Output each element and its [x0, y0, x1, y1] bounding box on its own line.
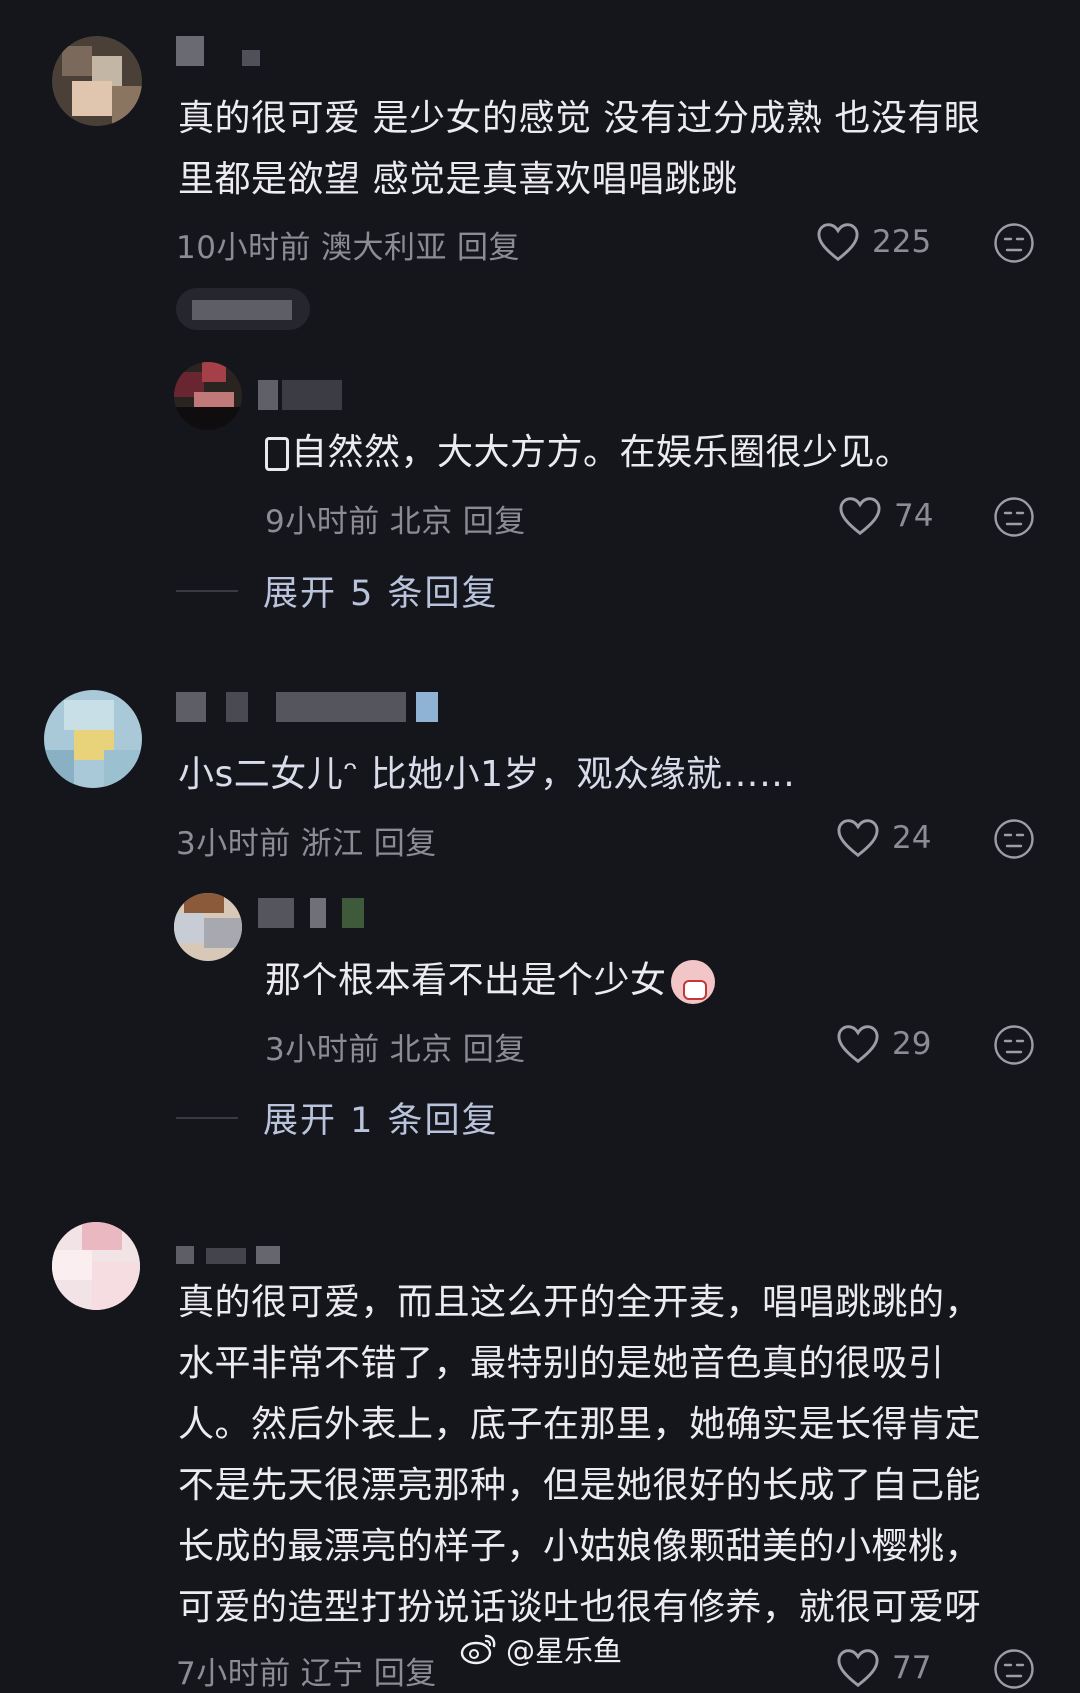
neutral-face-icon[interactable] — [993, 818, 1035, 860]
like-count: 225 — [872, 224, 932, 260]
reply-button[interactable]: 回复 — [374, 826, 437, 862]
comment-meta: 3小时前 浙江 回复 — [176, 818, 447, 863]
reply-meta: 3小时前 北京 回复 — [265, 1024, 536, 1069]
comment-time: 3小时前 — [176, 826, 291, 862]
neutral-face-icon[interactable] — [993, 1024, 1035, 1066]
heart-outline-icon — [837, 1649, 879, 1688]
heart-outline-icon — [837, 1025, 879, 1064]
username-blurred[interactable] — [176, 1240, 286, 1270]
avatar[interactable] — [174, 362, 242, 430]
username-blurred[interactable] — [258, 380, 348, 410]
comment-time: 10小时前 — [176, 230, 311, 266]
expand-divider — [176, 1116, 238, 1119]
like-button[interactable]: 29 — [836, 1024, 931, 1064]
comment-location: 澳大利亚 — [320, 230, 447, 266]
reply-location: 北京 — [389, 1032, 453, 1068]
username-blurred[interactable] — [176, 692, 456, 722]
reply-button[interactable]: 回复 — [374, 1656, 437, 1692]
like-count: 77 — [892, 1650, 932, 1686]
expand-label: 展开 1 条回复 — [263, 1101, 499, 1141]
expand-divider — [176, 589, 238, 592]
comment-time: 7小时前 — [176, 1656, 291, 1692]
comment-meta: 10小时前 澳大利亚 回复 — [176, 222, 530, 267]
avatar[interactable] — [52, 36, 142, 126]
like-count: 24 — [892, 820, 932, 856]
avatar[interactable] — [174, 893, 242, 961]
like-button[interactable]: 24 — [836, 818, 931, 858]
blurred-tag — [176, 288, 310, 330]
comment-meta: 7小时前 辽宁 回复 — [176, 1648, 447, 1693]
neutral-face-icon[interactable] — [993, 496, 1035, 538]
comment-text: 小s二女儿ᵔ 比她小1岁，观众缘就…… — [178, 754, 796, 795]
heart-outline-icon — [839, 497, 881, 536]
reply-button[interactable]: 回复 — [463, 1032, 526, 1068]
reply-button[interactable]: 回复 — [457, 230, 520, 266]
avatar[interactable] — [44, 690, 142, 788]
like-button[interactable]: 74 — [838, 496, 933, 536]
expand-replies-button[interactable]: 展开 1 条回复 — [176, 1092, 499, 1143]
reply-text: 那个根本看不出是个少女 — [265, 950, 715, 1011]
weibo-watermark: @星乐鱼 — [460, 1628, 622, 1670]
comment-text: 真的很可爱，而且这么开的全开麦，唱唱跳跳的， 水平非常不错了，最特别的是她音色真… — [178, 1282, 982, 1628]
reply-location: 北京 — [389, 504, 453, 540]
username-blurred[interactable] — [258, 898, 388, 928]
reply-meta: 9小时前 北京 回复 — [265, 496, 536, 541]
like-count: 74 — [894, 498, 934, 534]
neutral-face-icon[interactable] — [993, 1648, 1035, 1690]
watermark-text: @星乐鱼 — [506, 1634, 623, 1668]
comment-text: 真的很可爱 是少女的感觉 没有过分成熟 也没有眼 里都是欲望 感觉是真喜欢唱唱跳… — [178, 98, 981, 200]
comment-location: 浙江 — [300, 826, 364, 862]
heart-outline-icon — [837, 819, 879, 858]
reply-time: 9小时前 — [265, 504, 380, 540]
like-count: 29 — [892, 1026, 932, 1062]
reply-time: 3小时前 — [265, 1032, 380, 1068]
comment-location: 辽宁 — [300, 1656, 364, 1692]
reply-text: 自然然，大大方方。在娱乐圈很少见。 — [265, 422, 912, 483]
neutral-face-icon[interactable] — [993, 222, 1035, 264]
avatar[interactable] — [52, 1222, 140, 1310]
weibo-icon — [460, 1634, 496, 1665]
emoji-icon — [265, 437, 289, 471]
crying-emoji-icon — [670, 960, 715, 1004]
like-button[interactable]: 77 — [836, 1648, 931, 1688]
username-blurred[interactable] — [176, 36, 266, 66]
like-button[interactable]: 225 — [816, 222, 931, 262]
reply-button[interactable]: 回复 — [463, 504, 526, 540]
expand-replies-button[interactable]: 展开 5 条回复 — [176, 565, 499, 616]
heart-outline-icon — [817, 223, 859, 262]
expand-label: 展开 5 条回复 — [263, 574, 499, 614]
